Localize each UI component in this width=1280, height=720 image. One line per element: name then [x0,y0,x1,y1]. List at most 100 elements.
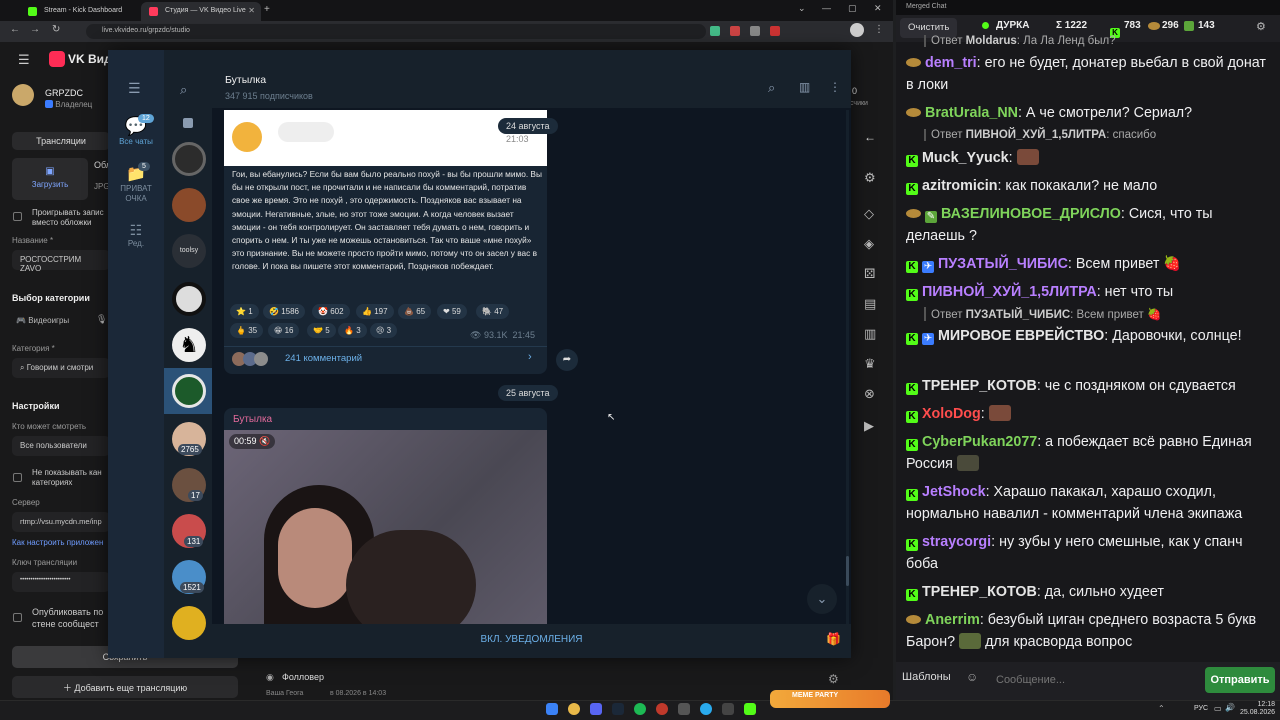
list-icon[interactable]: ▤ [864,296,876,312]
forward-icon[interactable]: → [30,24,40,35]
more-icon[interactable]: ⋮ [829,80,841,94]
reaction[interactable]: 😁 16 [268,323,300,338]
channel-header[interactable]: Бутылка 347 915 подписчиков ⌕ ▥ ⋮ [212,50,851,108]
minimize-icon[interactable]: — [822,3,831,13]
how-setup-link[interactable]: Как настроить приложен [12,538,103,547]
mute-icon[interactable]: 🔇 [259,436,270,446]
reaction[interactable]: 😢 3 [370,323,398,338]
close-window-icon[interactable]: ✕ [874,3,882,14]
reaction[interactable]: 👍 197 [356,304,394,319]
menu-icon[interactable]: ☰ [18,52,30,68]
chrome-icon[interactable] [568,703,580,715]
reaction[interactable]: 🤣 1586 [263,304,305,319]
chat-avatar-bottle[interactable] [172,374,206,408]
maximize-icon[interactable]: ▢ [848,3,857,14]
close-tab-icon[interactable]: ✕ [248,6,255,15]
name-input[interactable]: РОСГОССТРИМ ZAVO [12,250,110,273]
moderation-icon[interactable]: ⊗ [864,386,875,402]
archive-icon[interactable] [183,118,193,128]
volume-icon[interactable]: 🔊 [1225,703,1235,712]
message-input[interactable] [990,667,1200,693]
folder-all-chats[interactable]: 💬 Все чаты [108,116,164,146]
vk-video-logo[interactable] [49,51,65,67]
folder-edit[interactable]: ☷ Ред. [108,222,164,248]
app-icon[interactable] [678,703,690,715]
tab-broadcasts[interactable]: Трансляции [12,132,110,150]
settings-gear-icon[interactable]: ⚙ [828,672,839,686]
dice-icon[interactable]: ⚄ [864,266,875,282]
reaction[interactable]: ❤ 59 [437,304,467,319]
reaction[interactable]: 🔥 3 [338,323,367,338]
search-icon[interactable]: ⌕ [768,80,775,96]
hide-channel-checkbox[interactable] [13,473,22,482]
chrome-menu-icon[interactable]: ⌄ [798,3,806,14]
chrome-kebab-icon[interactable]: ⋮ [874,24,884,35]
forward-icon[interactable]: ➦ [556,349,578,371]
stats-icon[interactable]: ▥ [864,326,876,342]
trophy-icon[interactable]: ♛ [864,356,876,372]
gift-icon[interactable]: 🎁 [826,632,841,646]
language-indicator[interactable]: РУС [1194,705,1208,712]
settings-icon[interactable]: ⚙ [864,170,876,186]
obs-icon[interactable] [656,703,668,715]
key-input[interactable]: •••••••••••••••••••••••• [12,572,110,592]
video-player[interactable]: 00:59 🔇 [224,430,547,624]
chat-avatar[interactable] [172,188,206,222]
enable-notifications-button[interactable]: ВКЛ. УВЕДОМЛЕНИЯ [212,634,851,645]
video-icon[interactable]: ▶ [864,418,874,434]
send-button[interactable]: Отправить [1205,667,1275,693]
reaction[interactable]: ⭐ 1 [230,304,259,319]
windows-start-icon[interactable] [546,703,558,715]
folder-private[interactable]: 📁 ПРИВАТ ОЧКА [108,164,164,204]
reaction[interactable]: 🤡 602 [312,304,350,319]
reload-icon[interactable]: ↻ [52,24,60,35]
chat-avatar[interactable] [172,142,206,176]
extension-icon[interactable] [770,26,780,36]
mic-icon[interactable]: 🎙 [96,314,107,325]
hamburger-icon[interactable]: ☰ [128,80,141,97]
kick-app-icon[interactable] [744,703,756,715]
upload-cover-button[interactable]: ▣ Загрузить [12,158,88,200]
spotify-icon[interactable] [634,703,646,715]
server-input[interactable]: rtmp://vsu.mycdn.me/inp [12,512,110,532]
publish-checkbox[interactable] [13,613,22,622]
chat-avatar[interactable] [172,606,206,640]
gem-icon[interactable]: ◇ [864,206,874,222]
url-field[interactable]: live.vkvideo.ru/grpzdc/studio [86,24,706,39]
tab-kick-dashboard[interactable]: Stream - Kick Dashboard [20,2,140,21]
chat-avatar-toolsy[interactable]: toolsy [172,234,206,268]
reaction[interactable]: 💩 65 [398,304,432,319]
reaction[interactable]: 🖕 35 [230,323,264,338]
chat-avatar-knight[interactable]: ♞ [172,328,206,362]
telegram-icon[interactable] [700,703,712,715]
chat-avatar[interactable] [172,282,206,316]
play-record-checkbox[interactable] [13,212,22,221]
scroll-down-button[interactable]: ⌄ [807,584,837,614]
new-tab-button[interactable]: + [264,4,270,15]
templates-button[interactable]: Шаблоны [902,671,951,683]
extension-icon[interactable] [710,26,720,36]
add-broadcast-button[interactable]: ＋ Добавить еще трансляцию [12,676,238,698]
tab-vk-studio[interactable]: Студия — VK Видео Live ✕ [141,2,261,21]
tray-chevron-icon[interactable]: ⌃ [1158,704,1165,713]
category-input[interactable]: ⌕ Говорим и смотри [12,358,110,378]
emoji-icon[interactable]: ☺ [966,670,978,684]
search-icon[interactable]: ⌕ [180,82,187,98]
sidebar-toggle-icon[interactable]: ▥ [799,80,810,94]
who-can-watch-select[interactable]: Все пользователи [12,436,110,456]
comments-link[interactable]: 241 комментарий › [224,347,547,373]
channel-avatar[interactable] [12,84,34,106]
collapse-arrow-icon[interactable]: ← [864,130,876,144]
scrollbar-thumb[interactable] [846,556,849,586]
meme-party-widget[interactable]: MEME PARTY [770,690,890,708]
extension-icon[interactable] [730,26,740,36]
extension-icon[interactable] [750,26,760,36]
network-icon[interactable]: ▭ [1214,704,1222,713]
discord-icon[interactable] [590,703,602,715]
games-option[interactable]: 🎮 Видеоигры [16,316,69,325]
back-icon[interactable]: ← [10,24,20,35]
reaction[interactable]: 🤝 5 [307,323,336,338]
clock[interactable]: 12:18 25.08.2026 [1240,701,1275,717]
profile-avatar[interactable] [850,23,864,37]
diamond-icon[interactable]: ◈ [864,236,874,252]
